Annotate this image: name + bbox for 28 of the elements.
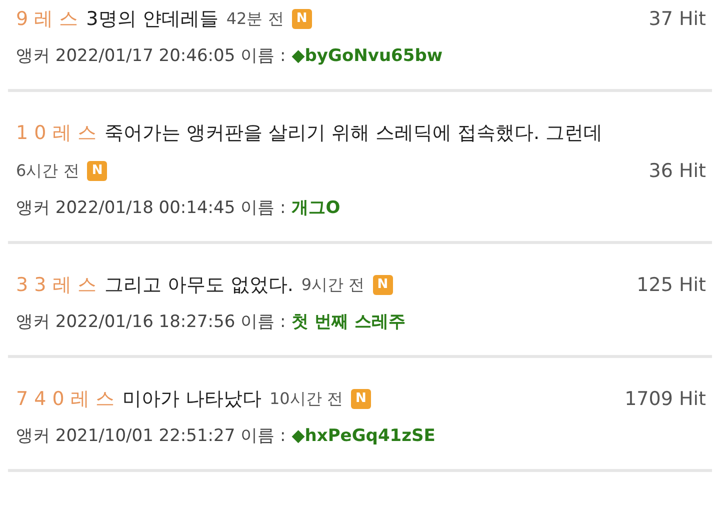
anchor-info: 앵커 2022/01/16 18:27:56 이름 : xyxy=(16,311,286,333)
author-name: ◆hxPeGq41zSE xyxy=(292,426,436,446)
hit-count: 125 Hit xyxy=(636,273,707,298)
new-badge: N xyxy=(292,9,312,29)
thread-title[interactable]: 3명의 얀데레들 xyxy=(86,2,218,36)
reply-count: 9 레 스 xyxy=(16,7,78,32)
thread-title[interactable]: 죽어가는 앵커판을 살리기 위해 스레딕에 접속했다. 그런데 xyxy=(104,116,603,150)
author-name: 개그O xyxy=(292,197,340,219)
thread-title[interactable]: 그리고 아무도 없었다. xyxy=(104,268,294,302)
anchor-info: 앵커 2022/01/18 00:14:45 이름 : xyxy=(16,197,286,219)
new-badge: N xyxy=(350,389,371,409)
reply-count: 1 0 레 스 xyxy=(16,121,96,146)
hit-count: 37 Hit xyxy=(648,7,707,32)
anchor-info: 앵커 2022/01/17 20:46:05 이름 : xyxy=(16,45,286,67)
thread-title[interactable]: 미아가 나타났다 xyxy=(122,382,262,416)
author-name: 첫 번째 스레주 xyxy=(292,311,406,333)
reply-count: 3 3 레 스 xyxy=(16,273,96,298)
post-time: 42분 전 xyxy=(226,8,284,30)
anchor-info: 앵커 2021/10/01 22:51:27 이름 : xyxy=(16,425,286,447)
post-time: 6시간 전 xyxy=(16,160,80,182)
new-badge: N xyxy=(372,275,393,295)
new-badge: N xyxy=(87,161,108,181)
hit-count: 1709 Hit xyxy=(624,387,707,412)
post-time: 10시간 전 xyxy=(269,388,343,410)
author-name: ◆byGoNvu65bw xyxy=(292,46,443,66)
post-time: 9시간 전 xyxy=(301,274,365,296)
reply-count: 7 4 0 레 스 xyxy=(16,387,114,412)
hit-count: 36 Hit xyxy=(648,159,707,184)
